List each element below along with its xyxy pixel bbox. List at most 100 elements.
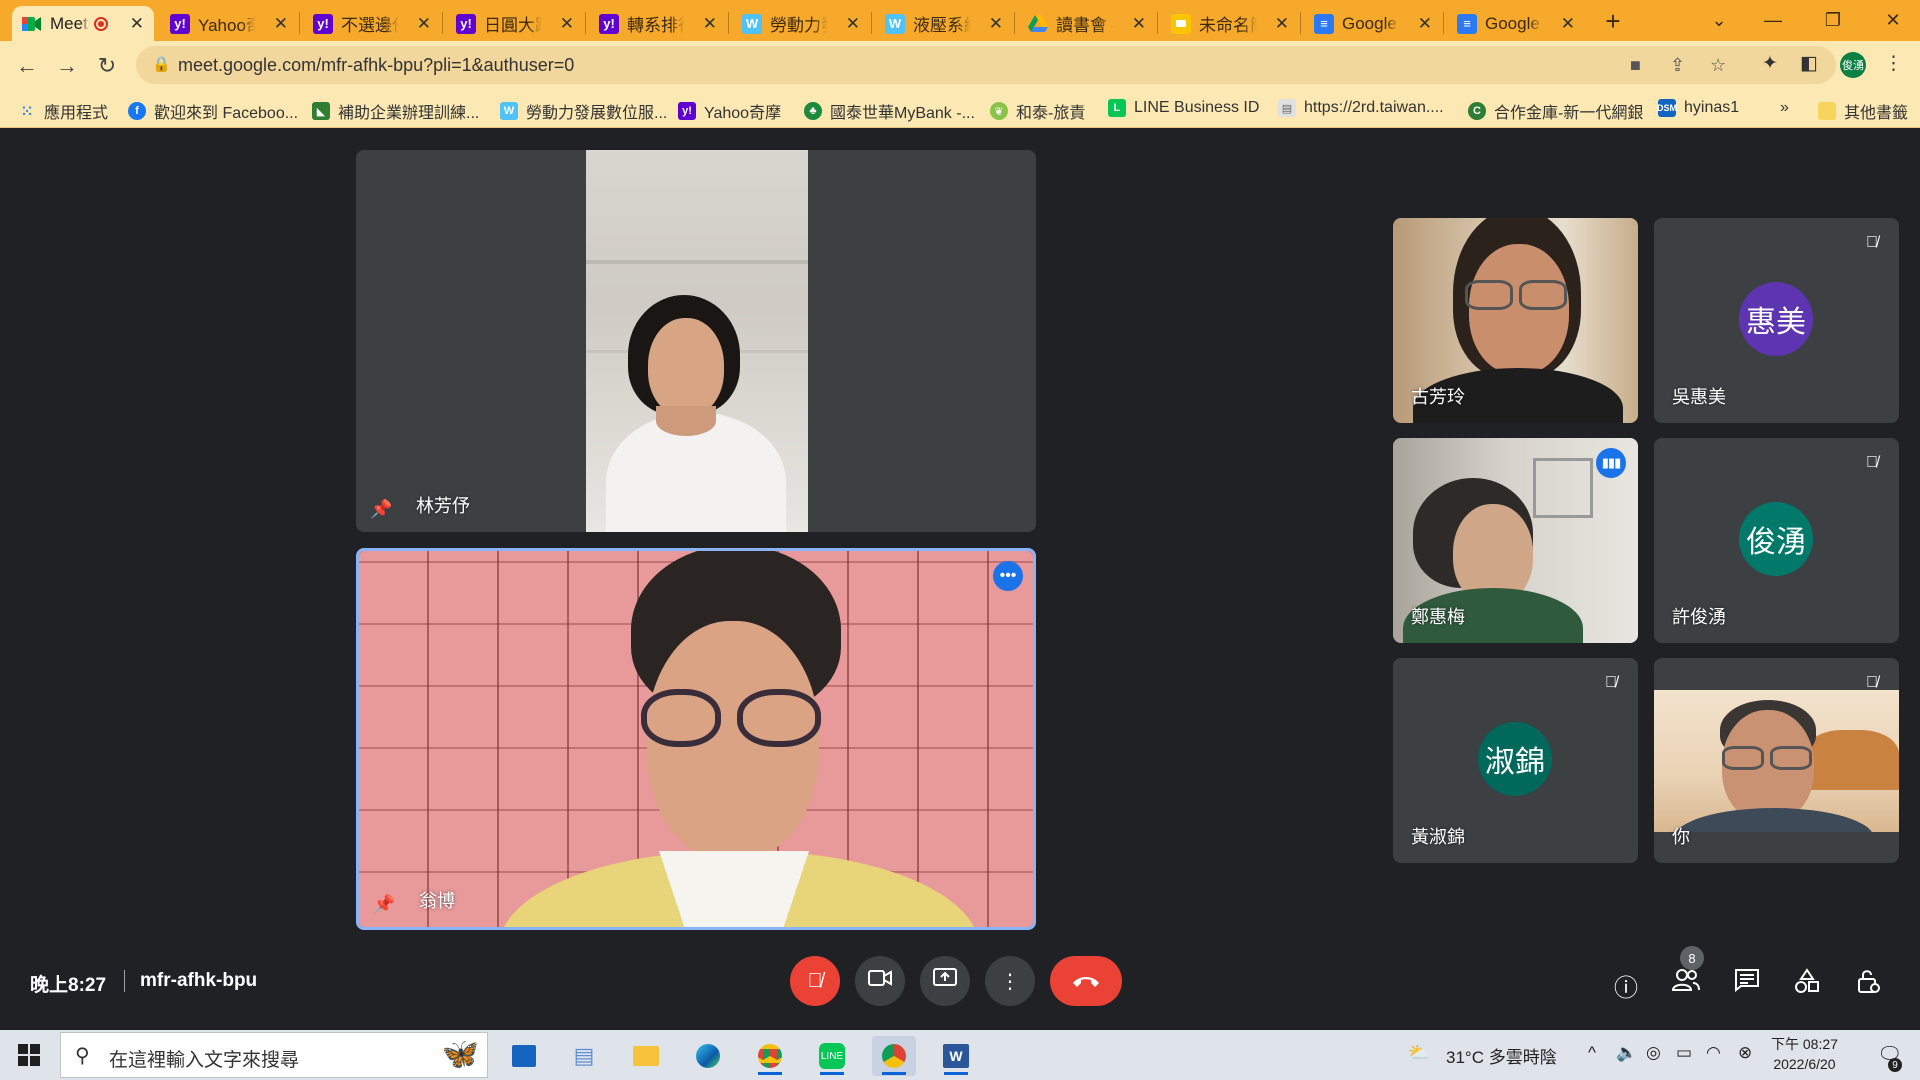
participant-tile-self[interactable]: 🎙̸ 你 xyxy=(1654,658,1899,863)
close-tab-icon[interactable]: ✕ xyxy=(1561,14,1575,34)
drive-icon xyxy=(1028,14,1048,34)
participant-name: 你 xyxy=(1672,827,1690,847)
taskbar-chrome-app-2[interactable] xyxy=(872,1036,916,1076)
battery-icon[interactable]: ▭ xyxy=(1676,1043,1692,1063)
new-tab-button[interactable]: + xyxy=(1598,6,1628,36)
bookmark-star-icon[interactable]: ☆ xyxy=(1710,55,1726,76)
taskbar-word-app[interactable]: W xyxy=(934,1036,978,1076)
close-tab-icon[interactable]: ✕ xyxy=(1132,14,1146,34)
participant-tile[interactable]: 🎙̸ 俊湧 許俊湧 xyxy=(1654,438,1899,643)
more-options-button[interactable]: ⋮ xyxy=(985,956,1035,1006)
extensions-icon[interactable]: ✦ xyxy=(1762,52,1778,75)
bookmark-line[interactable]: L LINE Business ID xyxy=(1108,99,1259,117)
back-button[interactable]: ← xyxy=(12,51,42,81)
bookmark-tcb[interactable]: C 合作金庫-新一代網銀 xyxy=(1468,99,1643,123)
windows-start-button[interactable] xyxy=(10,1042,50,1068)
bookmark-labor[interactable]: W 勞動力發展數位服... xyxy=(500,99,667,123)
present-screen-button[interactable] xyxy=(920,956,970,1006)
taskbar-clock[interactable]: 下午 08:27 2022/6/20 xyxy=(1771,1034,1838,1074)
pin-icon[interactable]: 📌 xyxy=(373,894,395,915)
side-panel-icon[interactable]: ◧ xyxy=(1800,52,1818,75)
tab-yahoo-1[interactable]: y! Yahoo奇摩 ✕ xyxy=(160,6,298,41)
webcam-icon[interactable]: ◎ xyxy=(1646,1043,1661,1063)
participant-tile[interactable]: 🎙̸ 惠美 吳惠美 xyxy=(1654,218,1899,423)
taskbar-store-app[interactable] xyxy=(502,1036,546,1076)
participant-tile-main-top[interactable]: 📌 林芳伃 xyxy=(356,150,1036,532)
participant-tile[interactable]: 古芳玲 xyxy=(1393,218,1638,423)
host-controls-icon[interactable] xyxy=(1856,968,1880,1001)
bookmark-hotai[interactable]: ❦ 和泰-旅責 xyxy=(990,99,1085,123)
close-tab-icon[interactable]: ✕ xyxy=(274,14,288,34)
tab-separator xyxy=(871,12,872,34)
chrome-menu-icon[interactable]: ⋮ xyxy=(1884,52,1903,75)
weather-text[interactable]: 31°C 多雲時陰 xyxy=(1446,1043,1557,1068)
profile-avatar[interactable]: 俊湧 xyxy=(1840,52,1866,78)
more-options-icon[interactable]: ••• xyxy=(993,561,1023,591)
reload-button[interactable]: ↻ xyxy=(92,51,122,81)
volume-icon[interactable]: 🔈 xyxy=(1616,1043,1637,1063)
tab-w-2[interactable]: W 液壓系統 ✕ xyxy=(875,6,1013,41)
tab-yahoo-3[interactable]: y! 日圓大跌 ✕ xyxy=(446,6,584,41)
taskbar-search-input[interactable]: ⚲ 在這裡輸入文字來搜尋 🦋 xyxy=(60,1032,488,1078)
participant-tile[interactable]: ▮▮▮ 鄭惠梅 xyxy=(1393,438,1638,643)
address-url[interactable]: meet.google.com/mfr-afhk-bpu?pli=1&authu… xyxy=(178,55,574,76)
tab-separator xyxy=(1300,12,1301,34)
minimize-button[interactable]: — xyxy=(1750,0,1796,40)
tab-drive[interactable]: 讀書會 - ✕ xyxy=(1018,6,1156,41)
mic-toggle-button[interactable]: 🎙̸ xyxy=(790,956,840,1006)
bookmark-cathay[interactable]: ♣ 國泰世華MyBank -... xyxy=(804,99,975,123)
no-network-icon[interactable]: ⊗ xyxy=(1738,1043,1752,1063)
taskbar-line-app[interactable]: LINE xyxy=(810,1036,854,1076)
card-file-icon: ▤ xyxy=(573,1043,595,1068)
tab-yahoo-4[interactable]: y! 轉系排行 ✕ xyxy=(589,6,727,41)
bookmark-taiwan[interactable]: ▤ https://2rd.taiwan.... xyxy=(1278,99,1444,117)
taskbar-explorer-app[interactable] xyxy=(624,1036,668,1076)
activities-icon[interactable] xyxy=(1794,968,1820,1001)
close-tab-icon[interactable]: ✕ xyxy=(560,14,574,34)
tab-w-1[interactable]: W 勞動力發 ✕ xyxy=(732,6,870,41)
tab-yahoo-2[interactable]: y! 不選邊任 ✕ xyxy=(303,6,441,41)
participant-tile[interactable]: 🎙̸ 淑錦 黃淑錦 xyxy=(1393,658,1638,863)
close-window-button[interactable]: ✕ xyxy=(1870,0,1916,40)
yahoo-icon: y! xyxy=(678,102,696,120)
close-tab-icon[interactable]: ✕ xyxy=(703,14,717,34)
tab-google-docs-1[interactable]: ≡ Google ✕ xyxy=(1304,6,1442,41)
pin-icon[interactable]: 📌 xyxy=(370,499,392,520)
tab-meet[interactable]: Meet ✕ xyxy=(12,6,154,41)
weather-icon[interactable]: ⛅ xyxy=(1408,1043,1429,1063)
taskbar-file-app[interactable]: ▤ xyxy=(562,1036,606,1076)
bookmark-training[interactable]: ◣ 補助企業辦理訓練... xyxy=(312,99,479,123)
close-tab-icon[interactable]: ✕ xyxy=(989,14,1003,34)
people-icon[interactable] xyxy=(1671,968,1700,999)
camera-toggle-button[interactable] xyxy=(855,956,905,1006)
close-tab-icon[interactable]: ✕ xyxy=(846,14,860,34)
bookmark-facebook[interactable]: f 歡迎來到 Faceboo... xyxy=(128,99,298,123)
word-icon: W xyxy=(943,1044,969,1068)
close-tab-icon[interactable]: ✕ xyxy=(1275,14,1289,34)
meeting-control-bar: 晚上8:27 mfr-afhk-bpu 🎙̸ ⋮ ⓘ 8 xyxy=(0,946,1920,1030)
close-tab-icon[interactable]: ✕ xyxy=(1418,14,1432,34)
bookmark-other-folder[interactable]: 其他書籤 xyxy=(1818,99,1908,123)
bookmark-hyinas[interactable]: DSM hyinas1 xyxy=(1657,99,1739,117)
close-tab-icon[interactable]: ✕ xyxy=(130,14,144,34)
tab-search-icon[interactable]: ⌄ xyxy=(1696,0,1742,40)
bookmarks-overflow-button[interactable]: » xyxy=(1780,99,1789,117)
bookmark-yahoo[interactable]: y! Yahoo奇摩 xyxy=(678,99,781,123)
tab-slides[interactable]: 未命名簡 ✕ xyxy=(1161,6,1299,41)
close-tab-icon[interactable]: ✕ xyxy=(417,14,431,34)
share-icon[interactable]: ⇪ xyxy=(1670,55,1685,76)
camera-in-use-icon[interactable]: ■ xyxy=(1630,55,1641,76)
restore-button[interactable]: ❐ xyxy=(1810,0,1856,40)
tab-google-docs-2[interactable]: ≡ Google ✕ xyxy=(1447,6,1585,41)
taskbar-edge-app[interactable] xyxy=(686,1036,730,1076)
taskbar-chrome-app-1[interactable] xyxy=(748,1036,792,1076)
participant-tile-main-bottom[interactable]: ••• 📌 翁博 xyxy=(356,548,1036,930)
bookmark-apps[interactable]: ⁙ 應用程式 xyxy=(18,99,108,123)
forward-button[interactable]: → xyxy=(52,51,82,81)
chat-icon[interactable] xyxy=(1734,968,1760,999)
address-bar[interactable]: 🔒 meet.google.com/mfr-afhk-bpu?pli=1&aut… xyxy=(136,46,1836,84)
tray-expand-icon[interactable]: ^ xyxy=(1588,1043,1596,1063)
meeting-details-icon[interactable]: ⓘ xyxy=(1614,968,1638,1003)
leave-call-button[interactable] xyxy=(1050,956,1122,1006)
wifi-icon[interactable]: ◠ xyxy=(1706,1043,1721,1063)
